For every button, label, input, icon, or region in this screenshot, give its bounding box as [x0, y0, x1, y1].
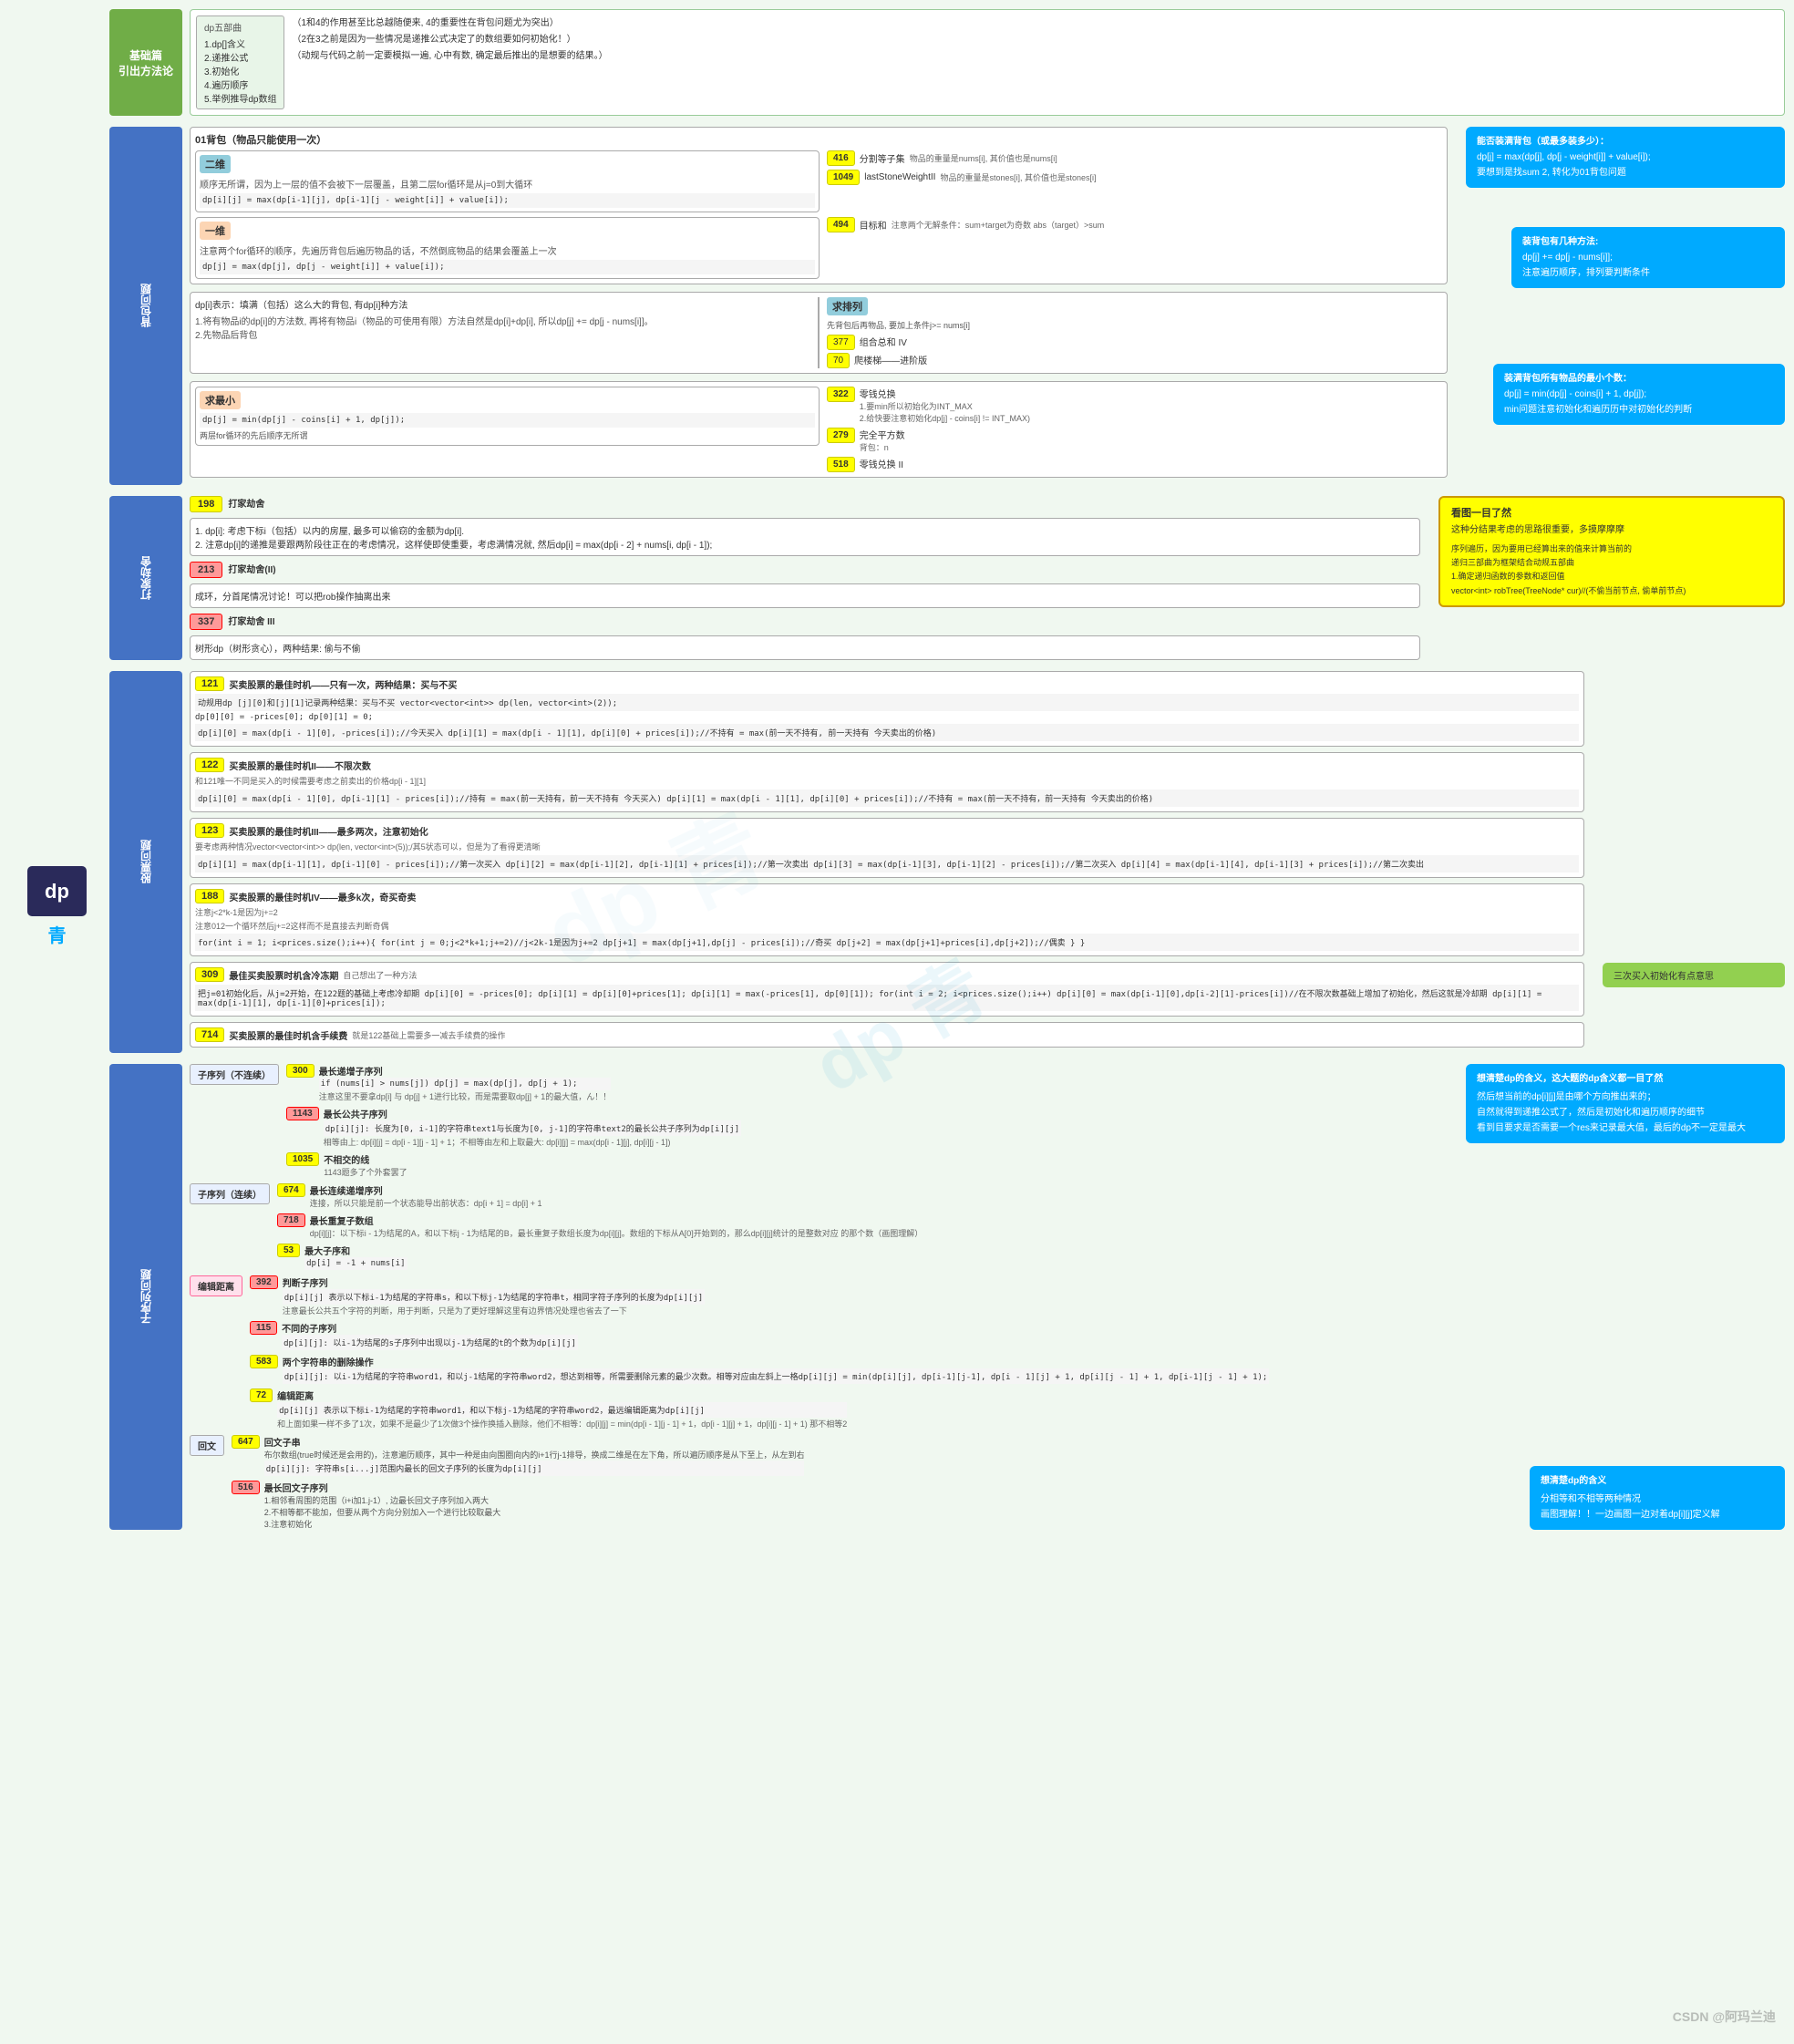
csdn-label: CSDN @阿玛兰迪	[1673, 2008, 1776, 2026]
palindrome-row: 回文 647 回文子串 布尔数组(true时候还是会用的)，注意遍历顺序，其中一…	[190, 1435, 1448, 1530]
prob-416: 416	[827, 150, 855, 166]
prob-213-row: 213 打家劫舍(II)	[190, 562, 1420, 578]
prob-70: 70	[827, 353, 850, 368]
stocks-title: 股票问题	[109, 671, 182, 1053]
dp-sublabel: 青	[27, 921, 87, 947]
basics-desc3: （动规与代码之前一定要模拟一遍, 心中有数, 确定最后推出的是想要的结果。）	[292, 48, 1779, 65]
subseq-ann-palindrome: 想清楚dp的含义 分相等和不相等两种情况 画图理解！！一边画图一边对着dp[i]…	[1530, 1466, 1785, 1530]
stocks-ann-123: 三次买入初始化有点意思	[1603, 963, 1785, 987]
prob-213-detail: 成环，分首尾情况讨论！可以把rob操作抽离出来	[190, 583, 1420, 608]
subseq-ann-dp: 想清楚dp的含义，这大题的dp含义都一目了然 然后想当前的dp[i][j]是由哪…	[1466, 1064, 1785, 1143]
prob-718: 718 最长重复子数组 dp[i][j]：以下标i - 1为结尾的A，和以下标j…	[277, 1213, 1448, 1239]
prob-53: 53 最大子序和 dp[i] = -1 + nums[i]	[277, 1244, 1448, 1270]
prob-1143: 1143 最长公共子序列 dp[i][j]: 长度为[0, i-1]的字符串te…	[286, 1107, 1448, 1148]
prob-516: 516 最长回文子序列 1.相邻看周围的范围（i+i加1.j-1）, 边最长回文…	[232, 1481, 1448, 1530]
prob-674: 674 最长连续递增序列 连接，所以只能是前一个状态能导出前状态：dp[i + …	[277, 1183, 1448, 1209]
dp-5-steps-box: dp五部曲 1.dp[]含义 2.递推公式 3.初始化 4.遍历顺序 5.举例推…	[196, 15, 284, 109]
prob-309: 309 最佳买卖股票时机含冷冻期 自己想出了一种方法 把j=01初始化后，从j=…	[190, 962, 1584, 1017]
rob-title: 打家劫舍	[109, 496, 182, 660]
1d-knapsack: 一维 注意两个for循环的顺序，先遍历背包后遍历物品的话，不然倒底物品的结果会覆…	[195, 217, 820, 279]
prob-279: 279	[827, 428, 855, 443]
rob-ann: 看图一目了然 这种分结果考虑的思路很重要，多摸摩摩摩 序列遍历，因为要用已经算出…	[1438, 496, 1785, 607]
prob-377: 377	[827, 335, 855, 350]
prob-115: 115 不同的子序列 dp[i][j]: 以i-1为结尾的s子序列中出现以j-1…	[250, 1321, 1448, 1350]
basics-desc1: （1和4的作用甚至比总越随便来, 4的重要性在背包问题尤为突出）	[292, 15, 1779, 32]
basics-section: 基础篇 引出方法论 dp五部曲 1.dp[]含义 2.递推公式 3.初始化 4.…	[109, 9, 1785, 116]
continuous-row: 子序列（连续） 674 最长连续递增序列 连接，所以只能是前一个状态能导出前状态…	[190, 1183, 1448, 1270]
prob-392: 392 判断子序列 dp[i][j] 表示以下标i-1为结尾的字符串s，和以下标…	[250, 1275, 1448, 1316]
knapsack-ann2: 装背包有几种方法: dp[j] += dp[j - nums[i]]; 注意遍历…	[1511, 227, 1785, 288]
edit-distance-row: 编辑距离 392 判断子序列 dp[i][j] 表示以下标i-1为结尾的字符串s…	[190, 1275, 1448, 1430]
prob-72: 72 编辑距离 dp[i][j] 表示以下标i-1为结尾的字符串word1，和以…	[250, 1388, 1448, 1430]
basics-desc2: （2在3之前是因为一些情况是递推公式决定了的数组要如何初始化！）	[292, 32, 1779, 48]
prob-647: 647 回文子串 布尔数组(true时候还是会用的)，注意遍历顺序，其中一种是由…	[232, 1435, 1448, 1476]
prob-337-row: 337 打家劫舍 III	[190, 614, 1420, 630]
prob-300: 300 最长递增子序列 if (nums[i] > nums[j]) dp[j]…	[286, 1064, 1448, 1102]
prob-714: 714 买卖股票的最佳时机含手续费 就是122基础上需要多一减去手续费的操作	[190, 1022, 1584, 1048]
prob-337-detail: 树形dp（树形贪心），两种结果: 偷与不偷	[190, 635, 1420, 660]
prob-188: 188 买卖股票的最佳时机IV——最多k次，奇买奇卖 注意j<2*k-1是因为j…	[190, 883, 1584, 956]
prob-1049: 1049	[827, 170, 860, 185]
stocks-section: 股票问题 三次买入初始化有点意思 121 买卖股票的最佳时机——只有一次，两种结…	[109, 671, 1785, 1053]
prob-122: 122 买卖股票的最佳时机II——不限次数 和121唯一不同是买入的时候需要考虑…	[190, 752, 1584, 812]
prob-583: 583 两个字符串的删除操作 dp[i][j]: 以i-1为结尾的字符串word…	[250, 1355, 1448, 1384]
knapsack-section: 背包问题 能否装满背包（或最多装多少）： dp[j] = max(dp[j], …	[109, 127, 1785, 485]
basics-title: 基础篇 引出方法论	[109, 9, 182, 116]
prob-198-detail: 1. dp[i]: 考虑下标i（包括）以内的房屋, 最多可以偷窃的金额为dp[i…	[190, 518, 1420, 556]
complete-knapsack: dp[i]表示：填满（包括）这么大的背包, 有dp[i]种方法 1.将有物品i的…	[190, 292, 1448, 374]
knapsack-ann3: 装满背包所有物品的最小个数： dp[j] = min(dp[j] - coins…	[1493, 364, 1785, 425]
subseq-title: 子序列问题	[109, 1064, 182, 1530]
prob-322: 322	[827, 387, 855, 402]
non-continuous-row: 子序列（不连续） 300 最长递增子序列 if (nums[i] > nums[…	[190, 1064, 1448, 1178]
prob-198-row: 198 打家劫舍	[190, 496, 1420, 512]
min-knapsack: 求最小 dp[j] = min(dp[j] - coins[i] + 1, dp…	[190, 381, 1448, 478]
prob-123: 123 买卖股票的最佳时机III——最多两次，注意初始化 要考虑两种情况vect…	[190, 818, 1584, 878]
rob-section: 打家劫舍 看图一目了然 这种分结果考虑的思路很重要，多摸摩摩摩 序列遍历，因为要…	[109, 496, 1785, 660]
zero-one-knapsack: 01背包（物品只能使用一次） 二维 顺序无所谓，因为上一层的值不会被下一层覆盖，…	[190, 127, 1448, 284]
subsequence-section: 子序列问题 想清楚dp的含义，这大题的dp含义都一目了然 然后想当前的dp[i]…	[109, 1064, 1785, 1530]
prob-1035: 1035 不相交的线 1143题多了个外套罢了	[286, 1152, 1448, 1178]
knapsack-ann1: 能否装满背包（或最多装多少）： dp[j] = max(dp[j], dp[j …	[1466, 127, 1785, 188]
dp-box: dp	[27, 866, 87, 916]
prob-494: 494	[827, 217, 855, 232]
min-knapsack-inner: 求最小 dp[j] = min(dp[j] - coins[i] + 1, dp…	[195, 387, 820, 446]
knapsack-title: 背包问题	[109, 127, 182, 485]
prob-121: 121 买卖股票的最佳时机——只有一次，两种结果：买与不买 动规用dp [j][…	[190, 671, 1584, 747]
page-wrapper: dp 青 dp 青 基础篇 引出方法论 dp五部曲 1.dp[]含义 2.递推公…	[0, 0, 1794, 2044]
2d-knapsack: 二维 顺序无所谓，因为上一层的值不会被下一层覆盖，且第二层for循环是从j=0到…	[195, 150, 820, 212]
prob-518: 518	[827, 457, 855, 472]
